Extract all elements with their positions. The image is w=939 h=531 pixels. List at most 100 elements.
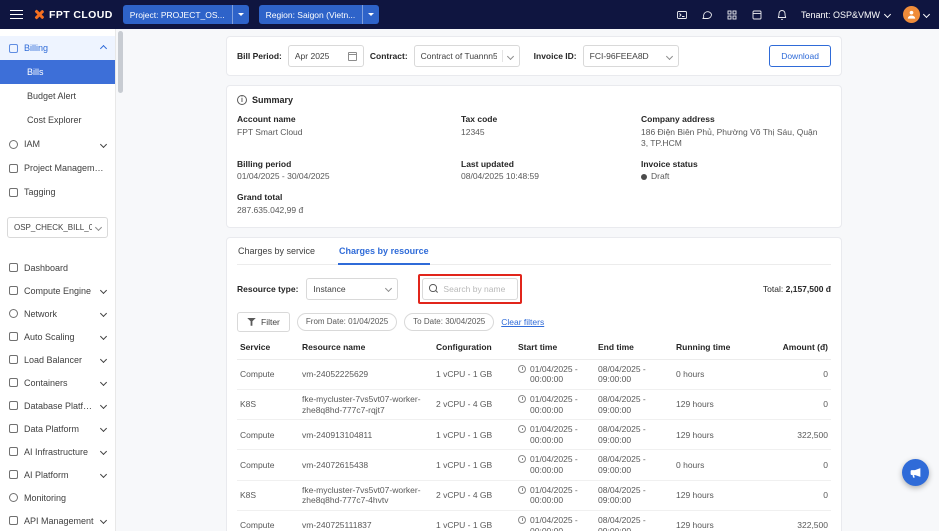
cell-service: K8S [240, 490, 256, 500]
contract-caret-icon [507, 52, 514, 59]
sidebar-item-api-management[interactable]: API Management [0, 509, 115, 531]
tab-charges-by-resource[interactable]: Charges by resource [338, 238, 430, 265]
sidebar-item-compute-engine[interactable]: Compute Engine [0, 279, 115, 302]
sidebar-item-network[interactable]: Network [0, 302, 115, 325]
status-badge: Draft [651, 171, 669, 182]
hamburger-menu-icon[interactable] [10, 10, 23, 19]
sidebar-item-iam[interactable]: IAM [0, 132, 115, 156]
col-service: Service [237, 335, 299, 360]
sidebar-item-tagging[interactable]: Tagging [0, 180, 115, 204]
filter-button[interactable]: Filter [237, 312, 290, 332]
cell-running-time: 0 hours [676, 369, 704, 379]
fpt-cloud-billing-page: FPT CLOUD Project: PROJECT_OS... Region:… [0, 0, 939, 531]
sidebar-item-ai-platform[interactable]: AI Platform [0, 463, 115, 486]
sidebar-item-bills[interactable]: Bills [0, 60, 115, 84]
cell-start-time: 01/04/2025 - 00:00:00 [530, 515, 592, 531]
summary-field-billing-period: Billing period 01/04/2025 - 30/04/2025 [237, 159, 461, 183]
cell-resource-name: fke-mycluster-7vs5vt07-worker-zhe8q8hd-7… [302, 394, 421, 415]
tab-charges-by-service[interactable]: Charges by service [237, 238, 316, 264]
search-box[interactable] [422, 278, 518, 300]
brand-text: FPT CLOUD [49, 9, 113, 21]
cell-amount: 0 [823, 460, 828, 470]
cell-resource-name: vm-240913104811 [302, 430, 372, 440]
load-balancer-icon [9, 355, 18, 364]
tenant-caret-icon [884, 11, 891, 18]
console-icon[interactable] [676, 9, 688, 21]
project-selector-label: Project: PROJECT_OS... [123, 10, 232, 20]
cell-service: Compute [240, 430, 275, 440]
cell-start-time: 01/04/2025 - 00:00:00 [530, 394, 592, 415]
notification-bell-icon[interactable] [776, 9, 788, 21]
docs-icon[interactable] [751, 9, 763, 21]
database-platform-icon [9, 401, 18, 410]
invoice-id-label: Invoice ID: [534, 51, 577, 61]
clear-filters-link[interactable]: Clear filters [501, 317, 544, 327]
region-caret-icon [362, 5, 379, 24]
ai-platform-icon [9, 470, 18, 479]
sidebar-item-auto-scaling[interactable]: Auto Scaling [0, 325, 115, 348]
cell-running-time: 129 hours [676, 430, 714, 440]
sidebar-item-load-balancer[interactable]: Load Balancer [0, 348, 115, 371]
sidebar-item-data-platform[interactable]: Data Platform [0, 417, 115, 440]
cell-service: Compute [240, 460, 275, 470]
compute-engine-icon [9, 286, 18, 295]
sidebar-item-ai-infrastructure[interactable]: AI Infrastructure [0, 440, 115, 463]
sidebar-item-billing[interactable]: Billing [0, 36, 115, 60]
to-date-chip[interactable]: To Date: 30/04/2025 [404, 313, 494, 331]
network-icon [9, 309, 18, 318]
sidebar-item-project-management[interactable]: Project Management [0, 156, 115, 180]
summary-field-account-name: Account name FPT Smart Cloud [237, 114, 461, 149]
cell-amount: 0 [823, 369, 828, 379]
tenant-label: Tenant: OSP&VMW [801, 10, 880, 20]
cell-service: K8S [240, 399, 256, 409]
billing-icon [9, 44, 18, 53]
project-selector[interactable]: Project: PROJECT_OS... [123, 5, 249, 24]
table-row: Compute vm-240725111837 1 vCPU - 1 GB 01… [237, 510, 831, 531]
search-input[interactable] [443, 284, 511, 294]
cell-configuration: 2 vCPU - 4 GB [436, 490, 492, 500]
user-menu[interactable] [903, 6, 929, 23]
project-scope-select[interactable]: OSP_CHECK_BILL_001 [7, 217, 108, 238]
search-icon [429, 284, 438, 293]
chat-icon[interactable] [701, 9, 713, 21]
download-button[interactable]: Download [769, 45, 831, 67]
cell-service: Compute [240, 520, 275, 530]
sidebar-item-database-platform[interactable]: Database Platform [0, 394, 115, 417]
sidebar-item-containers[interactable]: Containers [0, 371, 115, 394]
table-header-row: Service Resource name Configuration Star… [237, 335, 831, 360]
col-start-time: Start time [515, 335, 595, 360]
table-row: K8S fke-mycluster-7vs5vt07-worker-zhe8q8… [237, 480, 831, 510]
invoice-id-select[interactable]: FCI-96FEEA8D [583, 45, 679, 67]
fpt-cloud-logo[interactable]: FPT CLOUD [33, 9, 113, 21]
sidebar-item-dashboard[interactable]: Dashboard [0, 256, 115, 279]
tenant-selector[interactable]: Tenant: OSP&VMW [801, 10, 890, 20]
dashboard-icon [9, 263, 18, 272]
bill-period-input[interactable]: Apr 2025 [288, 45, 364, 67]
region-selector[interactable]: Region: Saigon (Vietn... [259, 5, 380, 24]
funnel-icon [247, 318, 256, 326]
contract-select[interactable]: Contract of Tuannn52... [414, 45, 520, 67]
schedule-icon [518, 516, 526, 524]
cell-amount: 0 [823, 490, 828, 500]
cell-resource-name: vm-240725111837 [302, 520, 372, 530]
sidebar: Billing Bills Budget Alert Cost Explorer… [0, 29, 116, 531]
apps-grid-icon[interactable] [726, 9, 738, 21]
resource-type-select[interactable]: Instance [306, 278, 398, 300]
monitoring-icon [9, 493, 18, 502]
cell-end-time: 08/04/2025 - 09:00:00 [598, 454, 646, 475]
col-resource-name: Resource name [299, 335, 433, 360]
feedback-fab[interactable] [902, 459, 929, 486]
project-management-icon [9, 164, 18, 173]
scrollbar-thumb[interactable] [118, 31, 123, 93]
calendar-icon [348, 52, 357, 61]
summary-field-tax-code: Tax code 12345 [461, 114, 641, 149]
from-date-chip[interactable]: From Date: 01/04/2025 [297, 313, 397, 331]
sidebar-item-cost-explorer[interactable]: Cost Explorer [0, 108, 115, 132]
cell-start-time: 01/04/2025 - 00:00:00 [530, 454, 592, 475]
col-configuration: Configuration [433, 335, 515, 360]
sidebar-item-budget-alert[interactable]: Budget Alert [0, 84, 115, 108]
schedule-icon [518, 425, 526, 433]
top-header: FPT CLOUD Project: PROJECT_OS... Region:… [0, 0, 939, 29]
sidebar-item-monitoring[interactable]: Monitoring [0, 486, 115, 509]
resource-type-label: Resource type: [237, 284, 298, 294]
